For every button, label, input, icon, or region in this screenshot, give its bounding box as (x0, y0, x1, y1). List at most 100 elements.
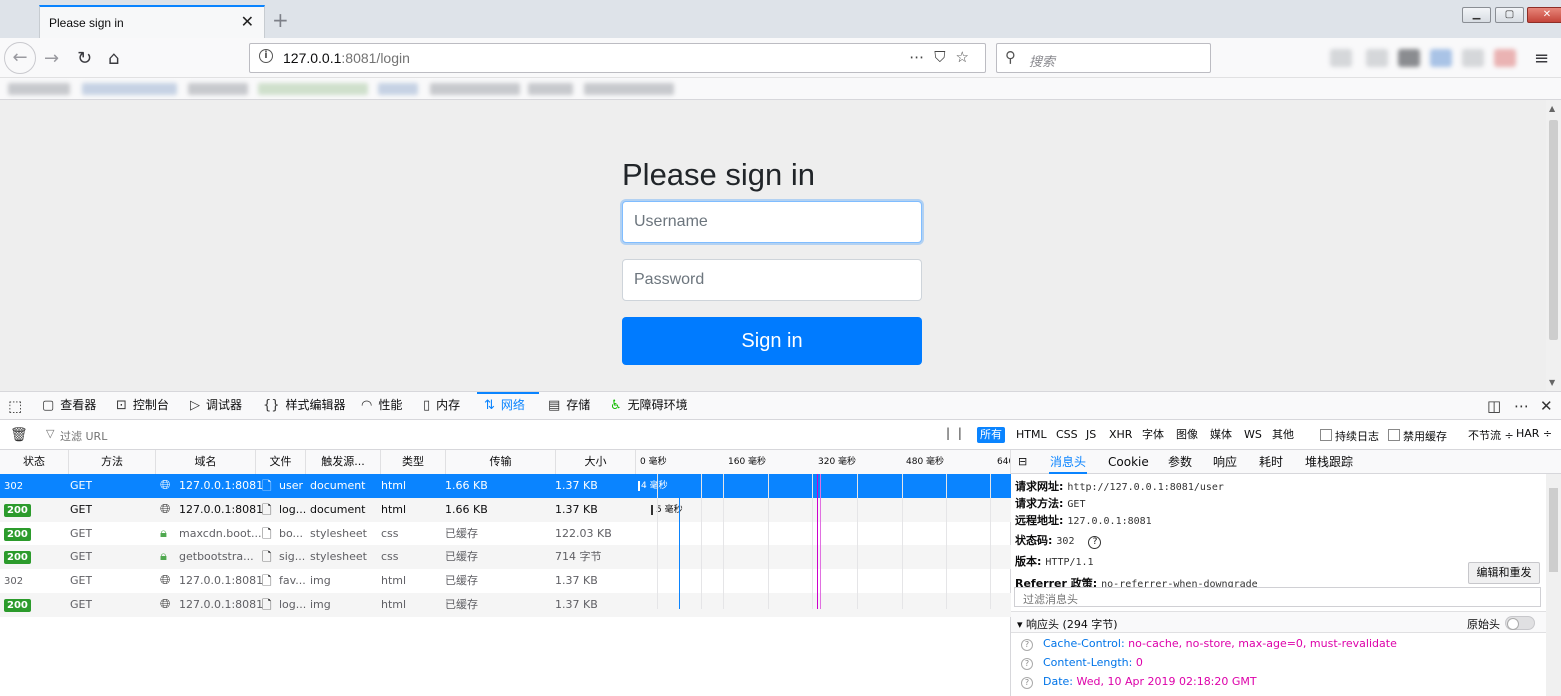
filter-fonts-button[interactable]: 字体 (1139, 427, 1167, 443)
tab-network[interactable]: ⇅ 网络 (477, 392, 539, 419)
home-icon[interactable]: ⌂ (108, 48, 119, 69)
sign-in-button[interactable]: Sign in (622, 317, 922, 365)
table-row[interactable]: 200 🌐︎ 🗋 GET 127.0.0.1:8081 log... document htm… (0, 497, 1011, 522)
throttle-select[interactable]: 不节流 ÷ (1468, 427, 1514, 443)
header-filter-input[interactable]: 过滤消息头 (1014, 587, 1541, 607)
extension-icon[interactable] (1494, 49, 1516, 67)
forward-arrow-icon[interactable]: → (44, 48, 59, 69)
browser-tab[interactable]: Please sign in ✕ (39, 5, 265, 38)
toggle-sidebar-icon[interactable]: ⊟ (1018, 450, 1027, 474)
filter-css-button[interactable]: CSS (1053, 427, 1081, 443)
tab-headers[interactable]: 消息头 (1049, 450, 1088, 474)
tab-response[interactable]: 响应 (1213, 450, 1237, 474)
new-tab-icon[interactable]: + (272, 8, 289, 32)
bookmark-item[interactable] (258, 83, 368, 95)
tab-inspector[interactable]: ▢ 查看器 (42, 392, 96, 419)
filter-xhr-button[interactable]: XHR (1106, 427, 1135, 443)
filter-media-button[interactable]: 媒体 (1207, 427, 1235, 443)
bookmark-item[interactable] (528, 83, 573, 95)
table-row[interactable]: 200 🔒︎ 🗋 GET getbootstra... sig... stylesheet c… (0, 545, 1011, 570)
help-icon[interactable]: ? (1021, 658, 1033, 670)
url-bar[interactable]: i 127.0.0.1:8081/login ⋯⛉☆ (249, 43, 986, 73)
username-field[interactable]: Username (622, 201, 922, 243)
bookmark-item[interactable] (378, 83, 418, 95)
persist-logs-checkbox[interactable] (1320, 429, 1332, 441)
column-header[interactable]: 文件 (256, 450, 306, 474)
tab-cookies[interactable]: Cookie (1108, 450, 1149, 474)
filter-ws-button[interactable]: WS (1241, 427, 1265, 443)
filter-other-button[interactable]: 其他 (1269, 427, 1297, 443)
extension-icon[interactable] (1430, 49, 1452, 67)
tab-console[interactable]: ⊡ 控制台 (116, 392, 169, 419)
table-row[interactable]: 200 🌐︎ 🗋 GET 127.0.0.1:8081 log... img html 已缓存 1… (0, 593, 1011, 617)
extension-icon[interactable] (1366, 49, 1388, 67)
bookmark-item[interactable] (188, 83, 248, 95)
scroll-up-icon[interactable]: ▲ (1549, 104, 1555, 113)
tab-storage[interactable]: ▤ 存储 (548, 392, 590, 419)
tab-debugger[interactable]: ▷ 调试器 (190, 392, 242, 419)
column-header[interactable]: 域名 (156, 450, 256, 474)
extension-icon[interactable] (1330, 49, 1352, 67)
har-menu[interactable]: HAR ÷ (1516, 427, 1552, 440)
table-row[interactable]: 200 🔒︎ 🗋 GET maxcdn.boot... bo... stylesheet cs… (0, 522, 1011, 546)
tab-performance[interactable]: ◠ 性能 (361, 392, 402, 419)
help-icon[interactable]: ? (1088, 536, 1102, 549)
column-header[interactable]: 方法 (69, 450, 156, 474)
raw-headers-toggle[interactable] (1505, 616, 1535, 630)
tab-params[interactable]: 参数 (1168, 450, 1192, 474)
table-row[interactable]: 302 🌐︎ 🗋 GET 127.0.0.1:8081 user document html 1… (0, 474, 1011, 498)
bookmark-item[interactable] (8, 83, 70, 95)
maximize-window-button[interactable]: ▢ (1495, 7, 1524, 23)
page-scrollbar[interactable]: ▲ ▼ (1546, 100, 1561, 391)
bookmark-item[interactable] (430, 83, 520, 95)
edit-and-resend-button[interactable]: 编辑和重发 (1468, 562, 1540, 584)
column-header[interactable]: 传输 (446, 450, 556, 474)
url-filter-input[interactable]: 过滤 URL (60, 428, 107, 444)
back-arrow-icon[interactable]: ← (4, 42, 36, 74)
details-scrollbar[interactable] (1546, 474, 1561, 696)
column-header[interactable]: 状态 (0, 450, 69, 474)
filter-js-button[interactable]: JS (1083, 427, 1099, 443)
filter-html-button[interactable]: HTML (1013, 427, 1050, 443)
help-icon[interactable]: ? (1021, 639, 1033, 651)
column-header[interactable]: 类型 (381, 450, 446, 474)
element-picker-icon[interactable]: ⬚ (8, 397, 22, 415)
hamburger-menu-icon[interactable]: ≡ (1534, 48, 1549, 69)
extension-icon[interactable] (1398, 49, 1420, 67)
extension-icon[interactable] (1462, 49, 1484, 67)
password-field[interactable]: Password (622, 259, 922, 301)
disable-cache-checkbox[interactable] (1388, 429, 1400, 441)
more-options-icon[interactable]: ⋯ (1514, 397, 1529, 415)
search-bar[interactable]: ⚲ 搜索 (996, 43, 1211, 73)
tab-style-editor[interactable]: {} 样式编辑器 (263, 392, 346, 419)
reload-icon[interactable]: ↻ (77, 48, 92, 69)
close-devtools-icon[interactable]: ✕ (1540, 397, 1553, 415)
filter-images-button[interactable]: 图像 (1173, 427, 1201, 443)
scrollbar-thumb[interactable] (1549, 488, 1558, 572)
filter-all-button[interactable]: 所有 (977, 427, 1005, 443)
pause-icon[interactable]: | | (946, 426, 964, 440)
tab-accessibility[interactable]: ♿ 无障碍环境 (610, 392, 688, 419)
transferred-cell: 已缓存 (445, 526, 478, 540)
column-header[interactable]: 触发源... (306, 450, 381, 474)
tab-timings[interactable]: 耗时 (1259, 450, 1283, 474)
close-window-button[interactable]: ✕ (1527, 7, 1561, 23)
column-header[interactable]: 大小 (556, 450, 636, 474)
minimize-window-button[interactable]: ▁ (1462, 7, 1491, 23)
scrollbar-thumb[interactable] (1549, 120, 1558, 340)
tab-memory[interactable]: ▯ 内存 (423, 392, 460, 419)
more-actions-icon[interactable]: ⋯ (909, 48, 934, 66)
bookmark-star-icon[interactable]: ☆ (956, 48, 979, 66)
bookmark-item[interactable] (584, 83, 674, 95)
dock-icon[interactable]: ◫ (1487, 397, 1501, 415)
close-tab-icon[interactable]: ✕ (241, 12, 254, 31)
trash-icon[interactable]: 🗑 (10, 427, 28, 443)
site-info-icon[interactable]: i (259, 49, 273, 63)
tab-stack-trace[interactable]: 堆栈跟踪 (1305, 450, 1353, 474)
help-icon[interactable]: ? (1021, 677, 1033, 689)
pocket-icon[interactable]: ⛉ (934, 48, 955, 66)
response-headers-section[interactable]: ▾ 响应头 (294 字节) 原始头 (1011, 611, 1546, 633)
table-row[interactable]: 302 🌐︎ 🗋 GET 127.0.0.1:8081 fav... img html 已缓存 1… (0, 569, 1011, 593)
bookmark-item[interactable] (82, 83, 177, 95)
scroll-down-icon[interactable]: ▼ (1549, 378, 1555, 387)
